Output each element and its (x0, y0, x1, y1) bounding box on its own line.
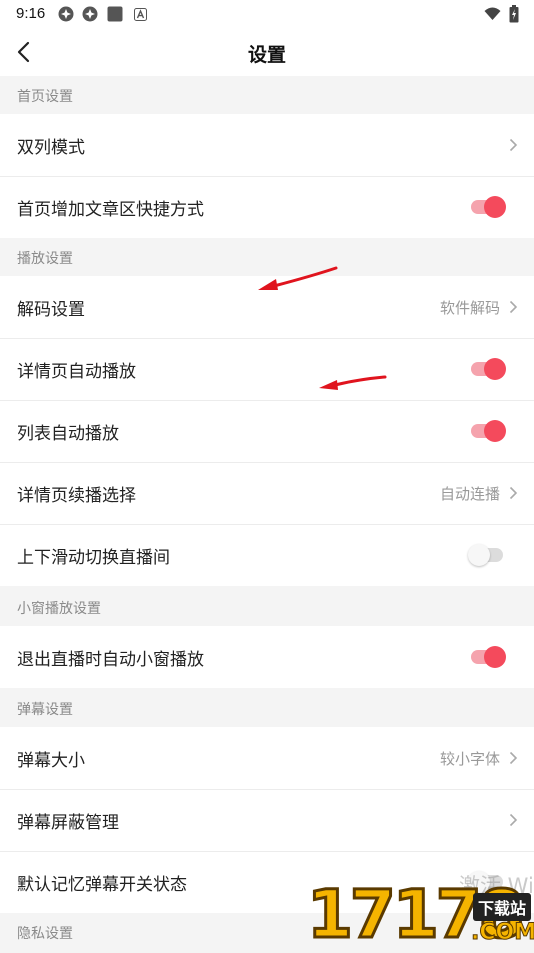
a-notification-icon (134, 8, 147, 21)
setting-label: 解码设置 (17, 300, 85, 320)
chevron-right-icon (509, 813, 518, 827)
section-header-mini-window: 小窗播放设置 (0, 588, 534, 626)
status-time: 9:16 (16, 5, 46, 22)
swipe-live-toggle[interactable] (468, 544, 506, 566)
setting-label: 默认记忆弹幕开关状态 (17, 875, 187, 895)
setting-label: 详情页续播选择 (17, 486, 136, 506)
wifi-icon (484, 7, 501, 20)
list-autoplay-toggle[interactable] (468, 420, 506, 442)
exit-live-mini-toggle[interactable] (468, 646, 506, 668)
setting-row-detail-continue[interactable]: 详情页续播选择 自动连播 (0, 462, 534, 524)
setting-label: 弹幕屏蔽管理 (17, 813, 119, 833)
chevron-right-icon (509, 486, 518, 500)
section-title: 首页设置 (17, 89, 73, 105)
setting-row-danmaku-size[interactable]: 弹幕大小 较小字体 (0, 727, 534, 789)
section-title: 隐私设置 (17, 926, 73, 942)
app-notification-icon (82, 6, 98, 22)
toggle-knob (468, 544, 490, 566)
setting-row-detail-autoplay: 详情页自动播放 (0, 338, 534, 400)
setting-row-exit-live-mini: 退出直播时自动小窗播放 (0, 626, 534, 688)
app-notification-icon (58, 6, 74, 22)
setting-value: 软件解码 (439, 299, 500, 317)
chevron-right-icon (509, 138, 518, 152)
toggle-knob (484, 358, 506, 380)
setting-label: 详情页自动播放 (17, 362, 136, 382)
toggle-knob (484, 420, 506, 442)
toggle-knob (484, 196, 506, 218)
battery-icon (509, 5, 519, 23)
setting-label: 首页增加文章区快捷方式 (17, 200, 204, 220)
detail-autoplay-toggle[interactable] (468, 358, 506, 380)
setting-label: 弹幕大小 (17, 751, 85, 771)
setting-row-home-shortcut: 首页增加文章区快捷方式 (0, 176, 534, 238)
setting-label: 双列模式 (17, 138, 85, 158)
setting-row-danmaku-block[interactable]: 弹幕屏蔽管理 (0, 789, 534, 851)
setting-row-swipe-live: 上下滑动切换直播间 (0, 524, 534, 586)
chevron-right-icon (509, 300, 518, 314)
setting-value: 自动连播 (439, 485, 500, 503)
chevron-right-icon (509, 751, 518, 765)
watermark: 激活 Wi 17178 下载站 .COM (305, 866, 534, 951)
section-header-playback: 播放设置 (0, 238, 534, 276)
page-title: 设置 (247, 44, 286, 66)
toggle-knob (484, 646, 506, 668)
setting-label: 退出直播时自动小窗播放 (17, 650, 204, 670)
navigation-bar: 设置 (0, 28, 534, 76)
section-title: 小窗播放设置 (17, 601, 101, 617)
setting-label: 上下滑动切换直播间 (17, 548, 170, 568)
watermark-domain: .COM (470, 920, 534, 946)
status-bar: 9:16 (0, 0, 534, 28)
setting-row-decode[interactable]: 解码设置 软件解码 (0, 276, 534, 338)
section-header-home: 首页设置 (0, 76, 534, 114)
section-title: 播放设置 (17, 251, 73, 267)
watermark-badge: 下载站 (473, 893, 532, 921)
setting-value: 较小字体 (439, 750, 500, 768)
section-header-danmaku: 弹幕设置 (0, 689, 534, 727)
setting-row-dual-column[interactable]: 双列模式 (0, 114, 534, 176)
setting-row-list-autoplay: 列表自动播放 (0, 400, 534, 462)
square-notification-icon (107, 6, 123, 22)
home-shortcut-toggle[interactable] (468, 196, 506, 218)
setting-label: 列表自动播放 (17, 424, 119, 444)
section-title: 弹幕设置 (17, 702, 73, 718)
